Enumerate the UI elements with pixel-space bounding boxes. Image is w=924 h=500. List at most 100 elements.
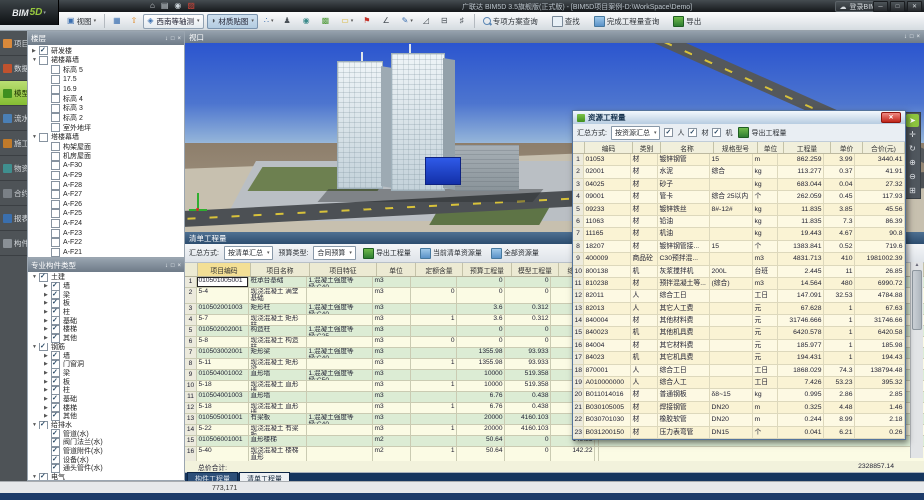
checkbox[interactable] bbox=[51, 209, 60, 218]
checkbox[interactable] bbox=[51, 75, 60, 84]
checkbox[interactable] bbox=[51, 123, 60, 132]
markup-icon[interactable]: ⚑ bbox=[360, 16, 375, 26]
table-row[interactable]: 4 09001 材 管卡 综合 25以内 个 262.059 0.45 117.… bbox=[573, 191, 905, 203]
view-button[interactable]: ▣ 视图 ▾ bbox=[64, 15, 99, 28]
expand-arrow-icon[interactable]: ▶ bbox=[32, 48, 39, 54]
tree-item[interactable]: 室外地坪 bbox=[28, 123, 184, 133]
tree-item[interactable]: A-F21 bbox=[28, 247, 184, 257]
expand-arrow-icon[interactable]: ▶ bbox=[44, 379, 51, 385]
pan-tool-button[interactable]: ✛ bbox=[906, 128, 919, 141]
nav-tab[interactable]: 施工模拟 bbox=[0, 131, 27, 156]
checkbox[interactable] bbox=[51, 455, 60, 464]
checkbox[interactable] bbox=[51, 142, 60, 151]
table-row[interactable]: 2 02001 材 水泥 综合 kg 113.277 0.37 41.91 bbox=[573, 166, 905, 178]
expand-arrow-icon[interactable]: ▼ bbox=[32, 134, 39, 140]
all-resource-button[interactable]: 全部资源量 bbox=[489, 247, 541, 260]
column-header[interactable]: 定额含量 bbox=[416, 263, 463, 276]
section-box-icon[interactable]: ⊟ bbox=[438, 16, 453, 26]
minimize-button[interactable]: ─ bbox=[873, 1, 888, 12]
tree-item[interactable]: A-F23 bbox=[28, 228, 184, 238]
tree-item[interactable]: A-F22 bbox=[28, 238, 184, 248]
checkbox[interactable] bbox=[51, 219, 60, 228]
checkbox[interactable] bbox=[51, 429, 60, 438]
camera-icon[interactable]: ◉ bbox=[174, 1, 181, 10]
table-row[interactable]: 14 840004 材 其他材料费 元 31746.666 1 31746.66 bbox=[573, 315, 905, 327]
record-icon[interactable]: ▨ bbox=[187, 1, 195, 10]
special-plan-query-button[interactable]: 专项方案查询 bbox=[480, 15, 541, 28]
nav-tab[interactable]: 数据导入 bbox=[0, 56, 27, 81]
tree-item[interactable]: 通头管件(水) bbox=[28, 464, 184, 473]
orbit-tool-button[interactable]: ↻ bbox=[906, 142, 919, 155]
tree-item[interactable]: ▶ 板 bbox=[28, 299, 184, 308]
tree-item[interactable]: 标高 4 bbox=[28, 94, 184, 104]
tree-item[interactable]: 管道(水) bbox=[28, 429, 184, 438]
camera-snapshot-icon[interactable]: ◉ bbox=[300, 16, 315, 26]
table-row[interactable]: 16 5-40 现浇混凝土 楼梯 直形 m2 1 50.64 0 142.22 bbox=[185, 447, 924, 461]
tree-item[interactable]: ▼ 塔楼幕墙 bbox=[28, 132, 184, 142]
column-header[interactable]: 单位 bbox=[758, 142, 784, 153]
tree-item[interactable]: ▶ 研发楼 bbox=[28, 46, 184, 56]
checkbox[interactable] bbox=[51, 94, 60, 103]
tree-item[interactable]: ▶ 梁 bbox=[28, 290, 184, 299]
column-header[interactable]: 工程量 bbox=[784, 142, 831, 153]
vertical-scrollbar[interactable]: ▲ bbox=[910, 262, 923, 458]
checkbox[interactable] bbox=[51, 282, 60, 291]
table-row[interactable]: 16 84004 材 其它材料费 元 185.977 1 185.98 bbox=[573, 340, 905, 352]
nav-tab[interactable]: 模型视图 bbox=[0, 81, 27, 106]
material-mode-select[interactable]: ◑ 材质贴图 ▾ bbox=[207, 14, 258, 29]
checkbox[interactable] bbox=[51, 65, 60, 74]
tree-item[interactable]: ▶ 基础 bbox=[28, 395, 184, 404]
close-button[interactable]: ✕ bbox=[881, 112, 901, 123]
tree-item[interactable]: A-F29 bbox=[28, 171, 184, 181]
expand-arrow-icon[interactable]: ▶ bbox=[44, 413, 51, 419]
expand-arrow-icon[interactable]: ▶ bbox=[44, 353, 51, 359]
tree-item[interactable]: 管道附件(水) bbox=[28, 447, 184, 456]
tree-item[interactable]: 16.9 bbox=[28, 84, 184, 94]
checkbox[interactable] bbox=[51, 190, 60, 199]
expand-arrow-icon[interactable]: ▼ bbox=[32, 422, 39, 428]
checkbox[interactable] bbox=[51, 248, 60, 257]
tree-item[interactable]: 机房屋面 bbox=[28, 152, 184, 162]
table-row[interactable]: 18 870001 人 综合工日 工日 1868.029 74.3 138794… bbox=[573, 365, 905, 377]
monitor-icon[interactable]: ▤ bbox=[161, 1, 169, 10]
tree-item[interactable]: ▶ 门窗洞 bbox=[28, 360, 184, 369]
tree-item[interactable]: ▶ 楼梯 bbox=[28, 403, 184, 412]
checkbox[interactable] bbox=[51, 104, 60, 113]
table-row[interactable]: 10 800138 机 灰浆搅拌机 200L 台班 2.445 11 26.85 bbox=[573, 266, 905, 278]
table-row[interactable]: 11 810238 材 预拌混凝土等... (综合) m3 14.564 480… bbox=[573, 278, 905, 290]
scrollbar-thumb[interactable] bbox=[912, 270, 922, 330]
home-icon[interactable]: ⌂ bbox=[150, 1, 155, 10]
checkbox[interactable] bbox=[51, 161, 60, 170]
checkbox[interactable] bbox=[51, 290, 60, 299]
clear-paint-icon[interactable]: ◿ bbox=[420, 16, 434, 26]
tree-item[interactable]: ▶ 柱 bbox=[28, 308, 184, 317]
nav-tab[interactable]: 报表管理 bbox=[0, 206, 27, 231]
checkbox[interactable] bbox=[51, 325, 60, 334]
tree-item[interactable]: ▶ 墙 bbox=[28, 351, 184, 360]
app-logo[interactable]: BIM 5D ▾ bbox=[0, 0, 59, 25]
column-header[interactable]: 单位 bbox=[377, 263, 416, 276]
image-export-icon[interactable]: ▩ bbox=[319, 16, 335, 26]
checkbox[interactable] bbox=[51, 238, 60, 247]
column-header[interactable]: 规格型号 bbox=[714, 142, 758, 153]
completed-quantity-query-button[interactable]: 完成工程量查询 bbox=[591, 15, 663, 28]
person-view-icon[interactable]: ♟ bbox=[280, 16, 295, 26]
tree-item[interactable]: ▶ 柱 bbox=[28, 386, 184, 395]
expand-arrow-icon[interactable]: ▼ bbox=[32, 474, 39, 480]
zoom-out-button[interactable]: ⊖ bbox=[906, 170, 919, 183]
expand-arrow-icon[interactable]: ▼ bbox=[32, 274, 39, 280]
maximize-button[interactable]: □ bbox=[890, 1, 905, 12]
zoom-in-button[interactable]: ⊕ bbox=[906, 156, 919, 169]
checkbox[interactable] bbox=[51, 447, 60, 456]
export-button[interactable]: 导出 bbox=[670, 15, 704, 28]
tree-item[interactable]: 阀门法兰(水) bbox=[28, 438, 184, 447]
select-tool-button[interactable]: ➤ bbox=[906, 114, 919, 127]
column-header[interactable]: 项目编码 bbox=[198, 263, 251, 276]
checkbox[interactable] bbox=[51, 464, 60, 473]
checkbox[interactable] bbox=[51, 181, 60, 190]
table-row[interactable]: 19 A010000000 人 综合人工 工日 7.426 53.23 395.… bbox=[573, 377, 905, 389]
view-direction-select[interactable]: ◈ 西南等轴测 ▾ bbox=[143, 14, 203, 29]
tree-item[interactable]: ▶ 梁 bbox=[28, 369, 184, 378]
close-icon[interactable]: × bbox=[177, 36, 181, 42]
checkbox[interactable] bbox=[51, 369, 60, 378]
